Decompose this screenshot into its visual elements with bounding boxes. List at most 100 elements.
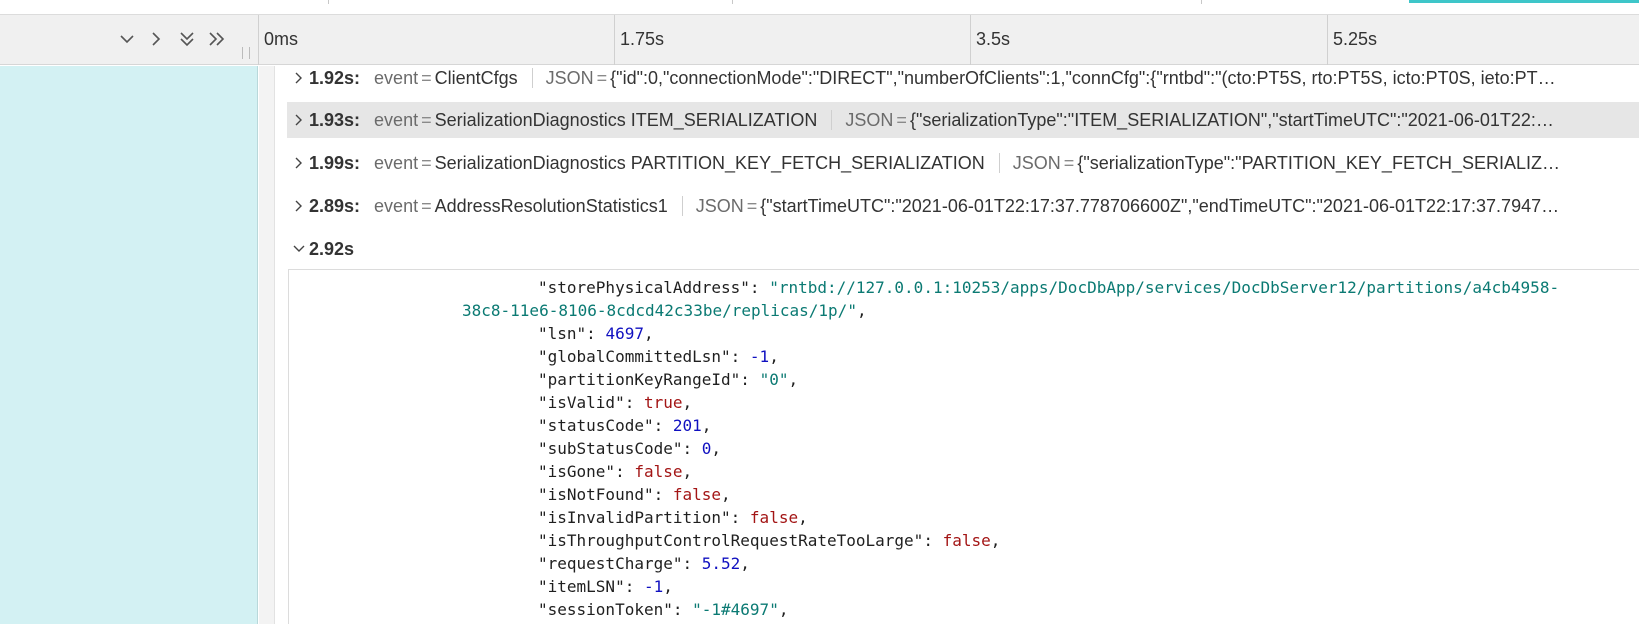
tick-line — [970, 15, 971, 65]
json-line-key: "lsn" — [538, 324, 587, 343]
chevron-right-icon[interactable] — [287, 114, 309, 126]
chevron-down-icon[interactable] — [115, 27, 139, 51]
json-line: 38c8-11e6-8106-8cdcd42c33be/replicas/1p/… — [462, 301, 867, 320]
event-value: AddressResolutionStatistics1 — [434, 195, 668, 216]
event-row[interactable]: 1.99s: event = SerializationDiagnostics PA… — [287, 145, 1639, 181]
json-line-key: "isInvalidPartition" — [538, 508, 731, 527]
chevron-right-icon[interactable] — [287, 72, 309, 84]
json-line: "lsn": 4697, — [538, 324, 654, 343]
equals-sign: = — [421, 152, 432, 173]
json-line: "sessionToken": "-1#4697", — [538, 600, 789, 619]
equals-sign: = — [596, 67, 608, 88]
double-chevron-right-icon[interactable] — [205, 27, 229, 51]
event-key: event — [374, 152, 419, 173]
json-line-value: "-1#4697" — [692, 600, 779, 619]
field-separator — [831, 110, 833, 130]
json-value: {"serializationType":"ITEM_SERIALIZATION… — [909, 109, 1554, 130]
event-key: event — [374, 109, 419, 130]
json-line-value: -1 — [749, 347, 770, 366]
trace-viewer: 0ms 1.75s 3.5s 5.25s 1.92s: event = Client… — [0, 0, 1639, 624]
json-key: JSON — [545, 67, 594, 88]
json-value: {"startTimeUTC":"2021-06-01T22:17:37.778… — [760, 195, 1560, 216]
json-line-value: false — [634, 462, 683, 481]
json-line-key: "partitionKeyRangeId" — [538, 370, 741, 389]
tick-line — [1327, 15, 1328, 65]
json-line-value: 4697 — [605, 324, 644, 343]
json-line: "partitionKeyRangeId": "0", — [538, 370, 799, 389]
chevron-down-icon[interactable] — [287, 243, 309, 255]
event-value: SerializationDiagnostics PARTITION_KEY_F… — [434, 152, 985, 173]
field-separator — [681, 196, 683, 216]
equals-sign: = — [1063, 152, 1075, 173]
json-line-value: false — [672, 485, 722, 504]
json-line: "isGone": false, — [538, 462, 693, 481]
json-line-key: "requestCharge" — [538, 554, 683, 573]
json-line-value: 38c8-11e6-8106-8cdcd42c33be/replicas/1p/… — [462, 301, 857, 320]
json-line: "isInvalidPartition": false, — [538, 508, 808, 527]
event-key: event — [374, 195, 419, 216]
header-divider — [258, 15, 259, 65]
equals-sign: = — [421, 67, 432, 88]
event-time: 2.89s: — [309, 195, 361, 216]
json-line-value: "0" — [759, 370, 789, 389]
json-line-value: true — [643, 393, 683, 412]
equals-sign: = — [421, 109, 432, 130]
field-separator — [531, 68, 533, 88]
json-line-value: "rntbd://127.0.0.1:10253/apps/DocDbApp/s… — [769, 278, 1560, 297]
json-line-key: "sessionToken" — [538, 600, 673, 619]
json-line: "isThroughputControlRequestRateTooLarge"… — [538, 531, 1001, 550]
event-time: 1.99s: — [309, 152, 361, 173]
json-line: "isValid": true, — [538, 393, 693, 412]
event-time: 2.92s — [309, 238, 355, 259]
equals-sign: = — [746, 195, 758, 216]
tick-label: 1.75s — [620, 29, 665, 49]
json-line: "statusCode": 201, — [538, 416, 712, 435]
event-row-expanded[interactable]: 2.92s — [287, 231, 1639, 267]
json-line-value: -1 — [643, 577, 664, 596]
equals-sign: = — [421, 195, 432, 216]
field-separator — [998, 153, 1000, 173]
json-detail-pane[interactable]: "storePhysicalAddress": "rntbd://127.0.0… — [288, 269, 1639, 624]
tick-label: 5.25s — [1333, 29, 1378, 49]
json-line-key: "statusCode" — [538, 416, 654, 435]
json-line-key: "isValid" — [538, 393, 625, 412]
strip-tick — [732, 0, 733, 4]
chevron-right-icon[interactable] — [287, 200, 309, 212]
event-time: 1.93s: — [309, 109, 361, 130]
json-value: {"serializationType":"PARTITION_KEY_FETC… — [1077, 152, 1560, 173]
event-row[interactable]: 2.89s: event = AddressResolutionStatistics… — [287, 188, 1639, 224]
json-line-value: false — [942, 531, 991, 550]
json-line: "isNotFound": false, — [538, 485, 731, 504]
json-line-key: "itemLSN" — [538, 577, 625, 596]
event-value: ClientCfgs — [434, 67, 518, 88]
tick-line — [614, 15, 615, 65]
span-tree-panel — [0, 66, 258, 624]
top-strip — [0, 0, 1639, 15]
event-value: SerializationDiagnostics ITEM_SERIALIZAT… — [434, 109, 818, 130]
expand-all-icon[interactable] — [175, 27, 199, 51]
tick-label: 0ms — [264, 29, 299, 49]
json-line-key: "isGone" — [538, 462, 616, 481]
event-row[interactable]: 1.92s: event = ClientCfgs JSON = {"id":0,"co… — [287, 60, 1639, 96]
strip-tick — [328, 0, 329, 4]
json-line: "storePhysicalAddress": "rntbd://127.0.0… — [538, 278, 1560, 297]
json-line-value: false — [749, 508, 799, 527]
json-key: JSON — [1012, 152, 1061, 173]
json-line-value: 5.52 — [701, 554, 741, 573]
json-key: JSON — [695, 195, 744, 216]
chevron-right-icon[interactable] — [287, 157, 309, 169]
json-line-key: "subStatusCode" — [538, 439, 683, 458]
event-time: 1.92s: — [309, 67, 361, 88]
json-line: "globalCommittedLsn": -1, — [538, 347, 779, 366]
header-controls — [0, 15, 258, 65]
resize-grip-icon[interactable] — [242, 47, 250, 59]
json-key: JSON — [845, 109, 894, 130]
json-line-key: "storePhysicalAddress" — [538, 278, 750, 297]
event-key: event — [374, 67, 419, 88]
json-value: {"id":0,"connectionMode":"DIRECT","numbe… — [610, 67, 1556, 88]
strip-tick — [1201, 0, 1202, 4]
event-row-selected[interactable]: 1.93s: event = SerializationDiagnostics IT… — [287, 102, 1639, 138]
chevron-right-icon[interactable] — [144, 27, 168, 51]
json-line: "itemLSN": -1, — [538, 577, 673, 596]
json-line: "requestCharge": 5.52, — [538, 554, 750, 573]
